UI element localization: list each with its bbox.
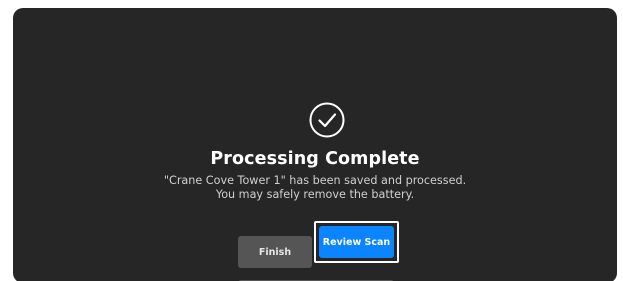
dialog-title: Processing Complete xyxy=(210,149,420,169)
check-circle-icon xyxy=(308,101,346,139)
dialog-message: "Crane Cove Tower 1" has been saved and … xyxy=(13,174,617,202)
review-scan-button[interactable]: Review Scan xyxy=(319,226,394,258)
message-line-2: You may safely remove the battery. xyxy=(215,188,415,201)
processing-complete-screen: Processing Complete "Crane Cove Tower 1"… xyxy=(13,8,617,281)
finish-button[interactable]: Finish xyxy=(238,236,312,268)
message-line-1: "Crane Cove Tower 1" has been saved and … xyxy=(163,174,467,187)
